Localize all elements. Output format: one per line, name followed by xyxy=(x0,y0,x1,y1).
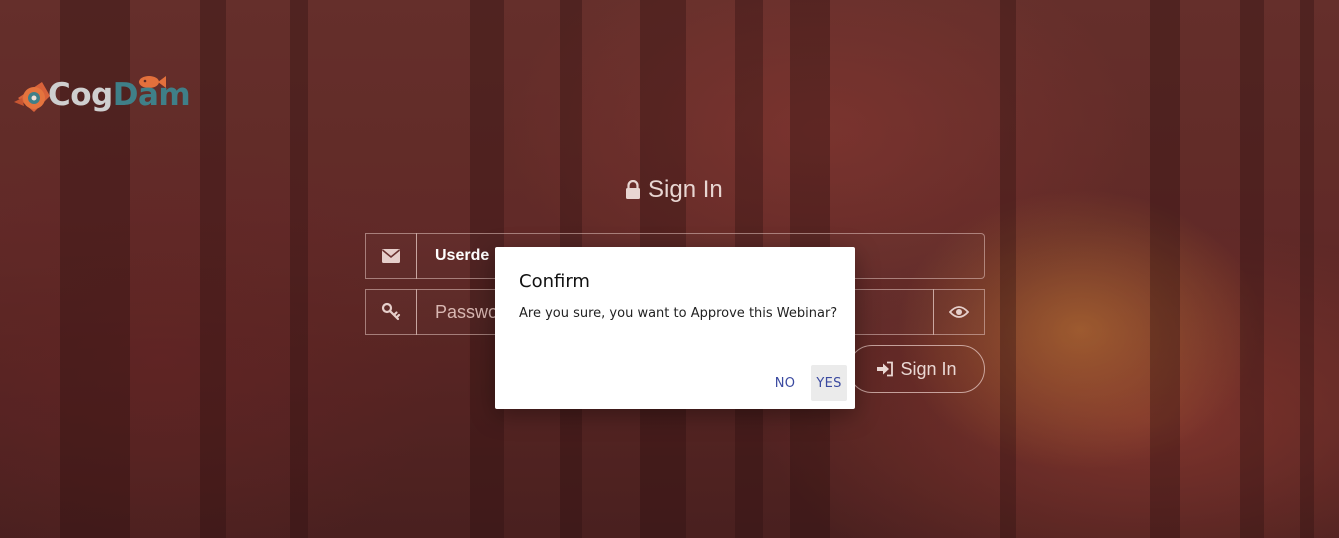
eye-icon xyxy=(949,306,969,318)
logo-text-dam: Dam xyxy=(112,77,191,113)
signin-heading-text: Sign In xyxy=(648,176,723,203)
envelope-icon xyxy=(382,249,400,263)
dialog-message: Are you sure, you want to Approve this W… xyxy=(519,306,838,321)
logo-text-cog: Cog xyxy=(48,77,113,113)
email-addon xyxy=(365,233,417,279)
yes-button[interactable]: YES xyxy=(811,365,847,401)
confirm-dialog: Confirm Are you sure, you want to Approv… xyxy=(495,247,855,409)
logo-text: CogDam xyxy=(48,77,191,113)
no-button[interactable]: NO xyxy=(767,365,803,401)
lock-icon xyxy=(626,180,640,199)
password-visibility-toggle[interactable] xyxy=(933,289,985,335)
sign-in-button-label: Sign In xyxy=(900,358,957,379)
sign-in-button[interactable]: Sign In xyxy=(848,345,985,393)
key-icon xyxy=(381,302,401,321)
sign-in-icon xyxy=(877,361,894,377)
password-addon xyxy=(365,289,417,335)
signin-heading: Sign In xyxy=(625,176,723,204)
cogdam-logo[interactable]: CogDam xyxy=(12,72,202,122)
dialog-title: Confirm xyxy=(519,271,590,292)
